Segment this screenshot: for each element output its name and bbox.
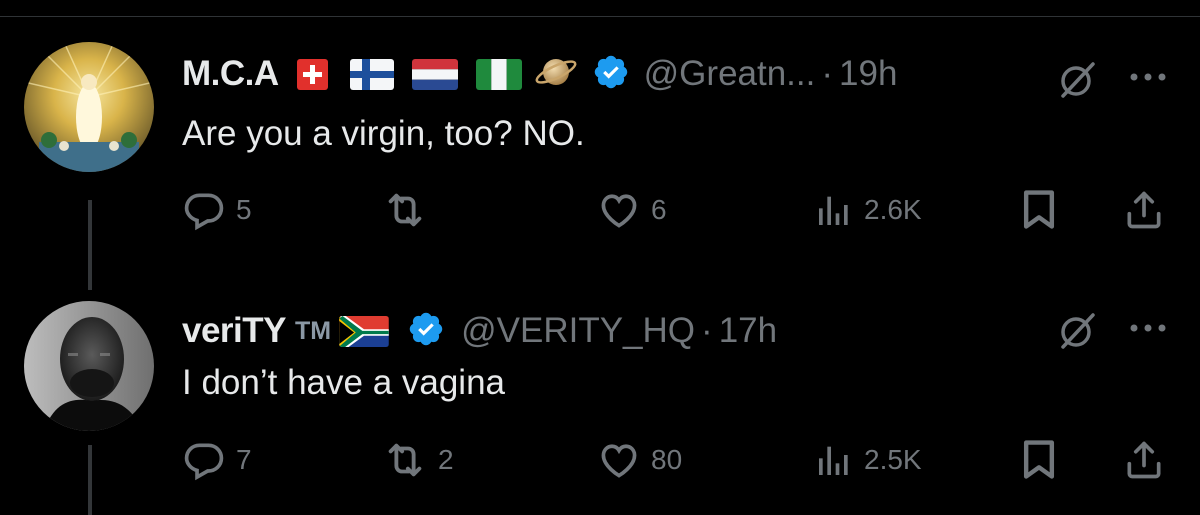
more-options-icon[interactable] — [1128, 70, 1168, 82]
view-count: 2.5K — [864, 444, 922, 475]
tweet[interactable]: M.C.A @Greatn... · 19h Are you a virgin,… — [0, 40, 1200, 290]
share-button[interactable] — [1122, 435, 1166, 485]
like-count: 80 — [651, 444, 683, 475]
tweet-header: M.C.A @Greatn... · 19h — [182, 46, 897, 102]
view-count: 2.6K — [864, 194, 922, 225]
finland-flag-icon — [349, 58, 394, 90]
netherlands-flag-icon — [411, 58, 458, 90]
tweet-actions: 7 2 80 2.5K — [182, 435, 1182, 485]
tweet-text: Are you a virgin, too? NO. — [182, 114, 585, 153]
verified-badge-icon[interactable] — [592, 53, 630, 96]
reply-count: 7 — [236, 444, 252, 475]
thread-line — [88, 200, 92, 290]
views-button[interactable]: 2.5K — [814, 435, 922, 485]
views-icon — [819, 196, 848, 225]
grok-icon[interactable] — [1055, 309, 1099, 353]
retweet-button[interactable]: 2 — [382, 435, 454, 485]
reply-count: 5 — [236, 194, 252, 225]
like-button[interactable]: 80 — [597, 435, 682, 485]
avatar[interactable] — [24, 301, 154, 431]
retweet-icon — [388, 443, 422, 477]
grok-icon[interactable] — [1055, 58, 1099, 102]
reply-icon — [184, 193, 224, 231]
thread-line — [88, 445, 92, 515]
tweet-text: I don’t have a vagina — [182, 363, 506, 402]
trademark-mark: TM — [295, 316, 332, 345]
views-icon — [819, 446, 848, 475]
nigeria-flag-icon — [475, 58, 522, 90]
like-count: 6 — [651, 194, 667, 225]
display-name[interactable]: M.C.A — [182, 54, 279, 94]
heart-icon — [601, 194, 637, 228]
retweet-icon — [388, 193, 422, 227]
swiss-flag-icon — [296, 58, 328, 90]
verified-badge-icon[interactable] — [407, 310, 445, 353]
more-options-icon[interactable] — [1128, 321, 1168, 333]
share-icon — [1127, 441, 1161, 479]
separator-dot: · — [701, 311, 713, 350]
avatar[interactable] — [24, 42, 154, 172]
saturn-icon — [534, 50, 578, 99]
user-handle[interactable]: @VERITY_HQ — [461, 311, 695, 351]
separator-dot: · — [821, 54, 834, 93]
views-button[interactable]: 2.6K — [814, 185, 922, 235]
like-button[interactable]: 6 — [597, 185, 667, 235]
reply-icon — [184, 443, 224, 481]
bookmark-icon — [1023, 190, 1055, 229]
user-handle[interactable]: @Greatn... — [644, 54, 816, 94]
timestamp[interactable]: 19h — [839, 54, 897, 94]
share-icon — [1127, 191, 1161, 229]
bookmark-button[interactable] — [1019, 435, 1059, 485]
bookmark-icon — [1023, 440, 1055, 479]
bookmark-button[interactable] — [1019, 185, 1059, 235]
retweet-count: 2 — [438, 444, 454, 475]
tweet[interactable]: veriTY TM @VERITY_HQ · 17h I don’t have … — [0, 295, 1200, 515]
heart-icon — [601, 444, 637, 478]
display-name[interactable]: veriTY — [182, 311, 287, 351]
timestamp[interactable]: 17h — [719, 311, 777, 351]
retweet-button[interactable] — [382, 185, 438, 235]
share-button[interactable] — [1122, 185, 1166, 235]
tweet-actions: 5 6 2.6K — [182, 185, 1182, 235]
tweet-header: veriTY TM @VERITY_HQ · 17h — [182, 303, 777, 359]
south-africa-flag-icon — [339, 315, 389, 347]
divider — [0, 16, 1200, 17]
reply-button[interactable]: 7 — [182, 435, 252, 485]
reply-button[interactable]: 5 — [182, 185, 252, 235]
